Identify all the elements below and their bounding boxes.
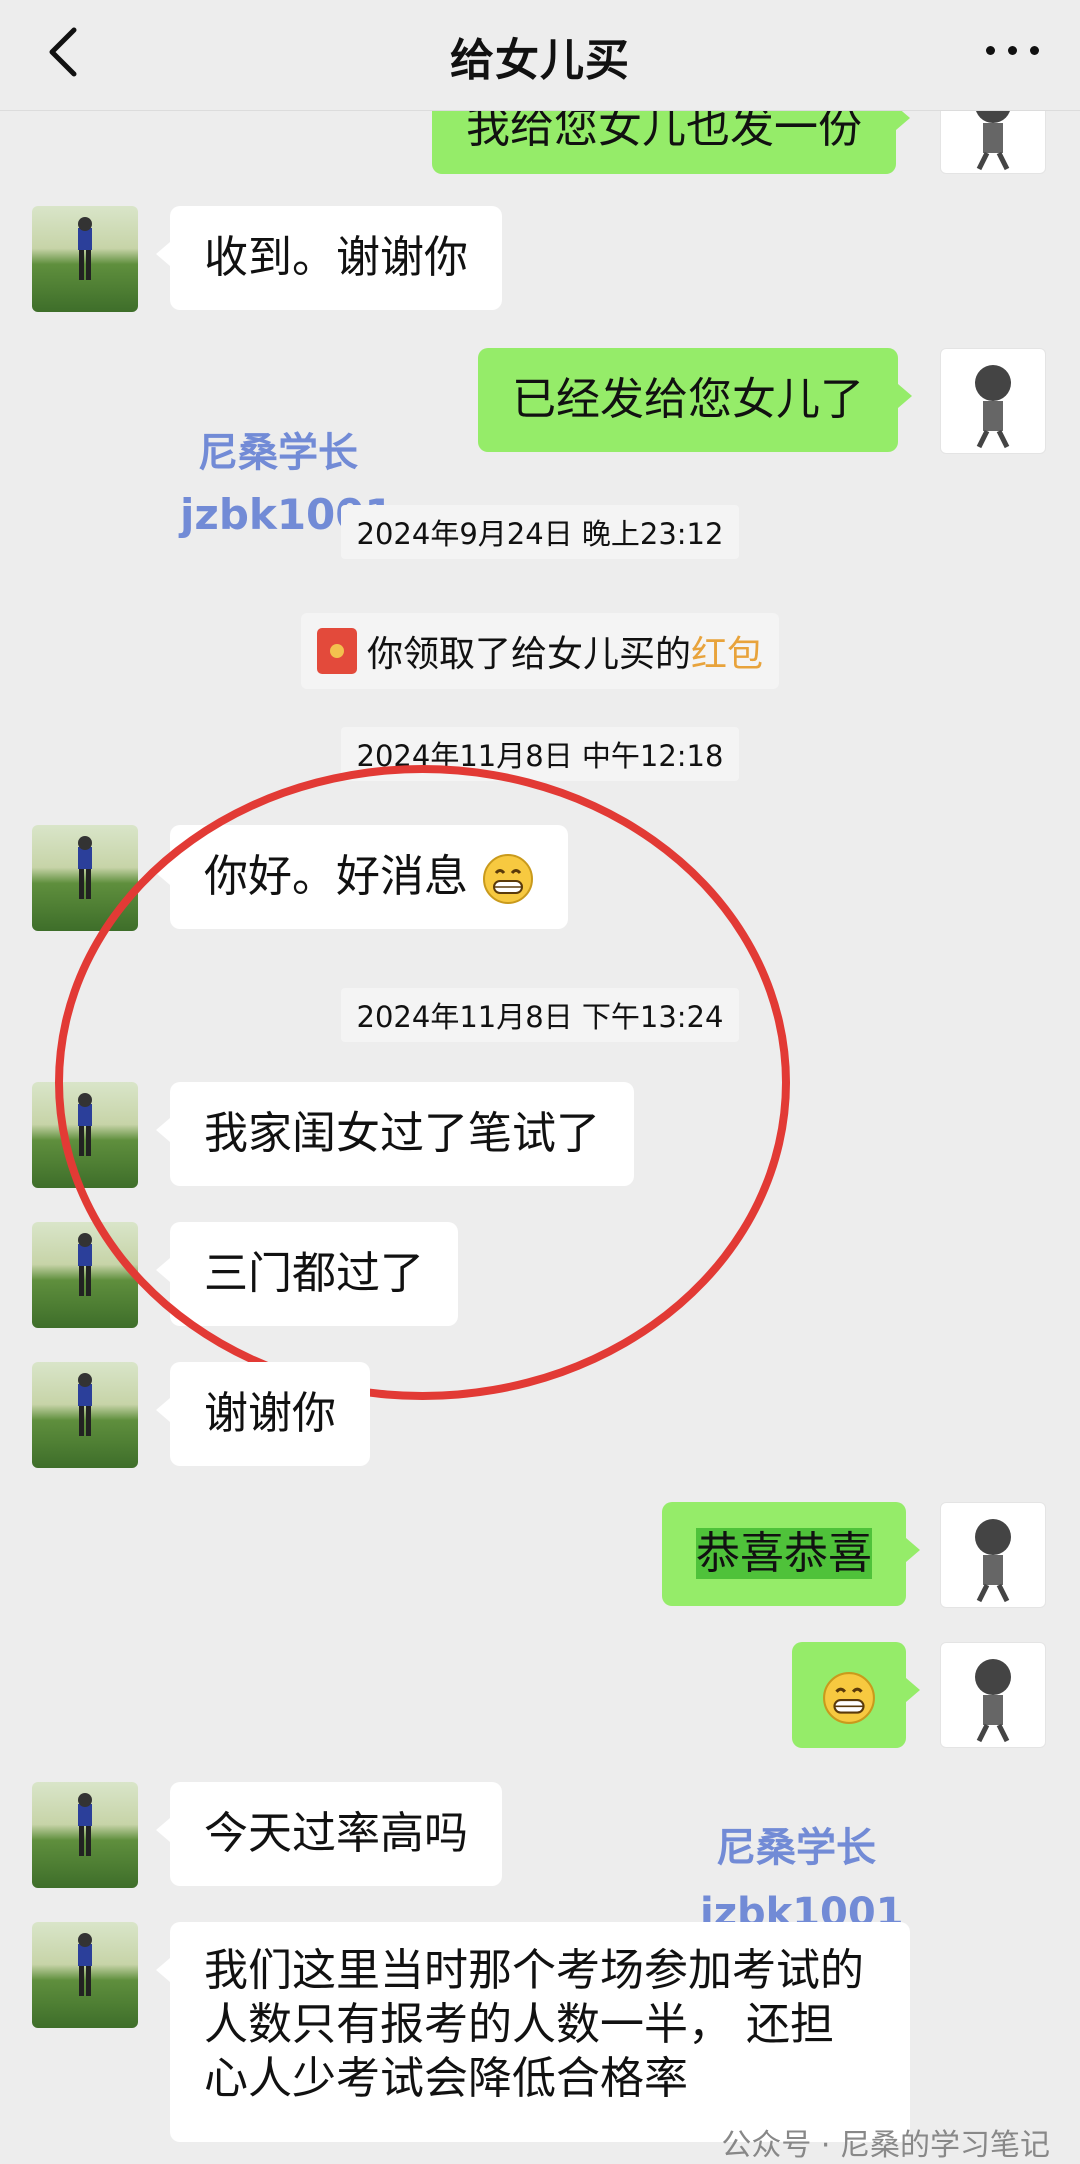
avatar-contact[interactable] bbox=[32, 1922, 138, 2028]
grinning-emoji-icon bbox=[823, 1672, 875, 1724]
message-outgoing[interactable]: 已经发给您女儿了 bbox=[478, 348, 912, 452]
timestamp: 2024年11月8日 中午12:18 bbox=[0, 727, 1080, 781]
avatar-contact[interactable] bbox=[32, 1082, 138, 1188]
avatar-self[interactable] bbox=[940, 348, 1046, 454]
message-incoming[interactable]: 今天过率高吗 bbox=[156, 1782, 502, 1886]
red-packet-icon bbox=[316, 628, 357, 674]
avatar-contact[interactable] bbox=[32, 206, 138, 312]
system-message[interactable]: 你领取了给女儿买的红包 bbox=[0, 613, 1080, 689]
red-packet-link[interactable]: 红包 bbox=[691, 625, 763, 677]
avatar-contact[interactable] bbox=[32, 1362, 138, 1468]
watermark-name: 尼桑学长 bbox=[716, 1825, 876, 1871]
message-incoming[interactable]: 你好。好消息 bbox=[156, 825, 568, 929]
message-incoming[interactable]: 收到。谢谢你 bbox=[156, 206, 502, 310]
avatar-self[interactable] bbox=[940, 1642, 1046, 1748]
person-in-field-avatar bbox=[78, 1373, 92, 1436]
more-dots-icon[interactable] bbox=[978, 26, 1048, 76]
footer-watermark: 公众号 · 尼桑的学习笔记 bbox=[721, 2128, 1050, 2163]
avatar-self[interactable] bbox=[940, 1502, 1046, 1608]
cartoon-avatar-icon bbox=[975, 365, 1011, 449]
person-in-field-avatar bbox=[78, 836, 92, 899]
avatar-contact[interactable] bbox=[32, 825, 138, 931]
cartoon-avatar-icon bbox=[975, 1659, 1011, 1743]
chat-title: 给女儿买 bbox=[450, 35, 630, 86]
person-in-field-avatar bbox=[78, 1093, 92, 1156]
cartoon-avatar-icon bbox=[975, 1519, 1011, 1603]
watermark-name: 尼桑学长 bbox=[198, 430, 358, 476]
message-incoming[interactable]: 三门都过了 bbox=[156, 1222, 458, 1326]
person-in-field-avatar bbox=[78, 1933, 92, 1996]
avatar-contact[interactable] bbox=[32, 1782, 138, 1888]
message-incoming[interactable]: 谢谢你 bbox=[156, 1362, 370, 1466]
message-outgoing[interactable]: 恭喜恭喜 bbox=[662, 1502, 920, 1606]
message-incoming[interactable]: 我家闺女过了笔试了 bbox=[156, 1082, 634, 1186]
grinning-emoji-icon bbox=[483, 854, 533, 904]
person-in-field-avatar bbox=[78, 1233, 92, 1296]
timestamp: 2024年9月24日 晚上23:12 bbox=[0, 505, 1080, 559]
message-incoming[interactable]: 我们这里当时那个考场参加考试的人数只有报考的人数一半， 还担心人少考试会降低合格… bbox=[156, 1922, 910, 2142]
person-in-field-avatar bbox=[78, 217, 92, 280]
avatar-contact[interactable] bbox=[32, 1222, 138, 1328]
timestamp: 2024年11月8日 下午13:24 bbox=[0, 988, 1080, 1042]
message-outgoing-emoji[interactable] bbox=[792, 1642, 920, 1748]
top-bar: 给女儿买 bbox=[0, 0, 1080, 111]
person-in-field-avatar bbox=[78, 1793, 92, 1856]
